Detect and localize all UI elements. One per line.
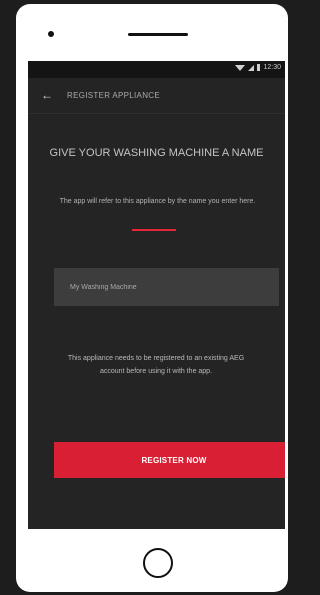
wifi-icon [235, 64, 246, 71]
accent-underline [132, 229, 176, 231]
app-bar-divider [28, 113, 285, 114]
helper-text: The app will refer to this appliance by … [59, 198, 256, 205]
app-bar: ← REGISTER APPLIANCE [28, 78, 285, 112]
registration-notice: This appliance needs to be registered to… [67, 355, 245, 375]
register-now-button[interactable]: REGISTER NOW [54, 442, 285, 478]
status-time: 12:30 [263, 64, 281, 71]
camera-dot [48, 31, 54, 37]
appliance-name-input[interactable] [54, 268, 279, 306]
battery-icon [257, 64, 261, 71]
page-heading: GIVE YOUR WASHING MACHINE A NAME [49, 147, 264, 159]
home-button[interactable] [143, 548, 173, 578]
phone-frame: 12:30 ← REGISTER APPLIANCE GIVE YOUR WAS… [16, 4, 288, 592]
speaker-grille [128, 33, 188, 36]
status-icons: 12:30 [235, 64, 281, 71]
status-bar: 12:30 [28, 61, 285, 78]
app-screen: 12:30 ← REGISTER APPLIANCE GIVE YOUR WAS… [28, 61, 285, 529]
signal-icon [248, 64, 255, 71]
back-arrow-icon[interactable]: ← [41, 89, 53, 101]
app-bar-title: REGISTER APPLIANCE [67, 90, 160, 100]
